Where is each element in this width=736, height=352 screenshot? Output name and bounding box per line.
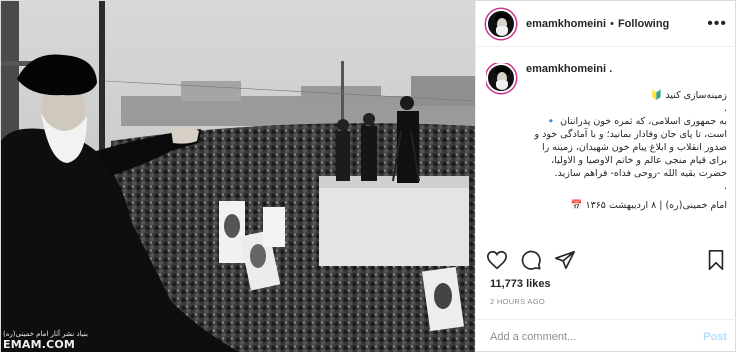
heart-icon[interactable] — [486, 249, 508, 271]
comment-icon[interactable] — [520, 249, 542, 271]
caption-line: است، تا پای جان وفادار بمانید؛ و با آماد… — [534, 129, 728, 140]
photo-illustration — [1, 1, 475, 352]
bookmark-icon[interactable] — [705, 249, 727, 271]
header-separator: • — [610, 17, 614, 30]
caption-line: . — [723, 103, 727, 114]
share-icon[interactable] — [554, 249, 576, 271]
caption-username[interactable]: emamkhomeini . — [526, 63, 612, 75]
caption-line: به جمهوری اسلامی، که ثمره خون پدرانتان 🔹 — [545, 116, 727, 127]
photo-credit: بنیاد نشر آثار امام خمینی(ره) EMAM.COM — [3, 331, 88, 351]
caption-line: . — [723, 181, 727, 192]
likes-count[interactable]: 11,773 likes — [490, 278, 551, 290]
post-photo[interactable]: بنیاد نشر آثار امام خمینی(ره) EMAM.COM — [1, 1, 475, 352]
caption-line: زمینه‌سازی کنید 🔰 — [650, 90, 728, 101]
caption-line: صدور انقلاب و ابلاغ پیام خون شهیدان، زمی… — [542, 142, 727, 153]
caption-avatar[interactable] — [486, 63, 516, 93]
post-timestamp[interactable]: 2 HOURS AGO — [490, 297, 545, 306]
caption-signature: امام خمینی(ره) | ۸ اردیبهشت ۱۳۶۵ 📅 — [570, 200, 727, 211]
avatar[interactable] — [486, 8, 516, 39]
post-side-panel: emamkhomeini • Following ••• emamkhomein… — [475, 1, 736, 352]
post-comment-button[interactable]: Post — [703, 331, 727, 343]
post-header: emamkhomeini • Following ••• — [476, 1, 736, 47]
add-comment-bar: Post — [476, 319, 736, 352]
caption-text: زمینه‌سازی کنید 🔰 . به جمهوری اسلامی، که… — [526, 89, 728, 212]
following-button[interactable]: Following — [618, 18, 669, 30]
action-bar — [486, 249, 727, 271]
photo-credit-big: EMAM.COM — [3, 337, 76, 351]
caption-line: حضرت بقیه الله -روحی فداه- فراهم سازید. — [554, 168, 727, 179]
caption-area: emamkhomeini . زمینه‌سازی کنید 🔰 . به جم… — [486, 63, 727, 239]
more-options-icon[interactable]: ••• — [707, 15, 727, 33]
header-username[interactable]: emamkhomeini — [526, 18, 606, 30]
instagram-post: بنیاد نشر آثار امام خمینی(ره) EMAM.COM e… — [0, 0, 736, 352]
caption-line: برای قیام منجی عالم و خاتم الاوصیا و الا… — [551, 155, 727, 166]
comment-input[interactable] — [490, 330, 704, 343]
